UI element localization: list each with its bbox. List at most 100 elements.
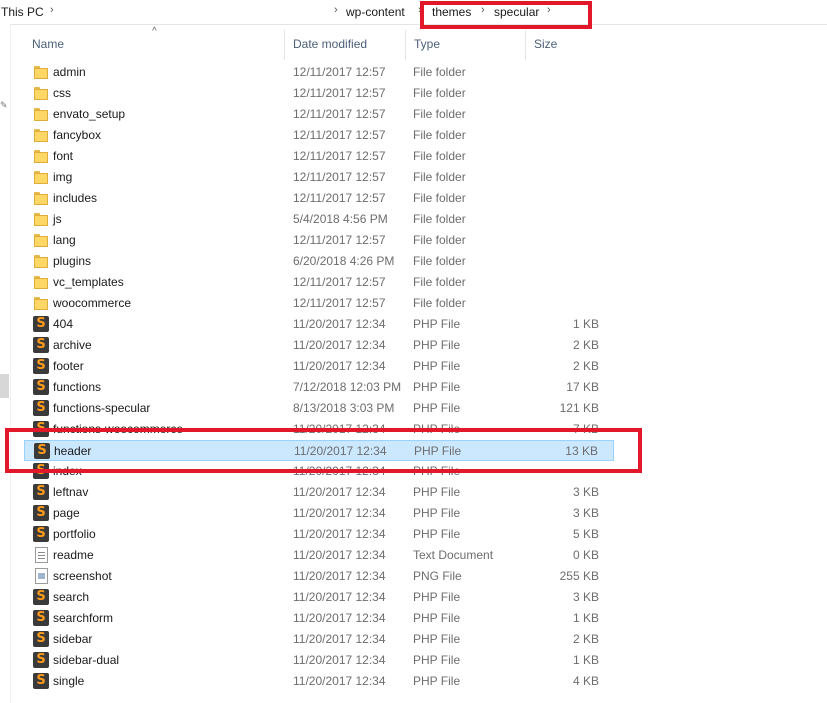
file-row[interactable]: plugins 6/20/2018 4:26 PM File folder (24, 251, 614, 272)
file-row[interactable]: screenshot 11/20/2017 12:34 PNG File 255 KB (24, 566, 614, 587)
file-date-modified: 11/20/2017 12:34 (293, 590, 386, 604)
file-row[interactable]: js 5/4/2018 4:56 PM File folder (24, 209, 614, 230)
file-type: File folder (413, 191, 466, 205)
file-size: 17 KB (566, 380, 599, 394)
column-header-date-modified[interactable]: Date modified (284, 30, 405, 60)
file-type: PHP File (413, 317, 461, 331)
file-name: woocommerce (53, 296, 132, 310)
file-date-modified: 11/20/2017 12:34 (293, 485, 386, 499)
php-file-icon: S (33, 358, 49, 374)
file-size: 3 KB (572, 485, 599, 499)
file-size: 0 KB (572, 548, 599, 562)
file-type: PHP File (413, 632, 461, 646)
file-name: envato_setup (53, 107, 126, 121)
file-date-modified: 11/20/2017 12:34 (293, 338, 386, 352)
breadcrumb-this-pc[interactable]: This PC (1, 5, 44, 19)
file-name: font (53, 149, 74, 163)
file-row[interactable]: Spage 11/20/2017 12:34 PHP File 3 KB (24, 503, 614, 524)
file-row[interactable]: vc_templates 12/11/2017 12:57 File folder (24, 272, 614, 293)
php-file-icon: S (33, 316, 49, 332)
file-name: admin (53, 65, 86, 79)
file-name: sidebar (53, 632, 93, 646)
folder-icon (33, 169, 49, 185)
folder-icon (33, 127, 49, 143)
php-file-icon: S (33, 673, 49, 689)
file-date-modified: 11/20/2017 12:34 (293, 653, 386, 667)
file-row[interactable]: envato_setup 12/11/2017 12:57 File folder (24, 104, 614, 125)
file-name: readme (53, 548, 94, 562)
file-size: 1 KB (572, 317, 599, 331)
file-name: screenshot (53, 569, 112, 583)
file-size: 1 KB (572, 653, 599, 667)
file-row[interactable]: woocommerce 12/11/2017 12:57 File folder (24, 293, 614, 314)
file-row[interactable]: Ssidebar 11/20/2017 12:34 PHP File 2 KB (24, 629, 614, 650)
file-row[interactable]: Ssearch 11/20/2017 12:34 PHP File 3 KB (24, 587, 614, 608)
file-name: search (53, 590, 90, 604)
file-row[interactable]: admin 12/11/2017 12:57 File folder (24, 62, 614, 83)
file-type: PHP File (413, 674, 461, 688)
file-type: PHP File (413, 611, 461, 625)
file-row[interactable]: css 12/11/2017 12:57 File folder (24, 83, 614, 104)
file-name: includes (53, 191, 98, 205)
file-size: 121 KB (559, 401, 599, 415)
file-row[interactable]: Ssearchform 11/20/2017 12:34 PHP File 1 KB (24, 608, 614, 629)
chevron-right-icon[interactable]: › (334, 4, 338, 16)
breadcrumb-wp-content[interactable]: wp-content (346, 5, 405, 19)
file-row[interactable]: Sfunctions-specular 8/13/2018 3:03 PM PHP … (24, 398, 614, 419)
file-name: plugins (53, 254, 92, 268)
column-headers: ^ Name Date modified Type Size (24, 26, 614, 60)
file-size: 255 KB (559, 569, 599, 583)
png-file-icon (35, 568, 48, 584)
folder-icon (33, 211, 49, 227)
file-date-modified: 11/20/2017 12:34 (293, 674, 386, 688)
column-header-name[interactable]: Name (24, 30, 284, 60)
file-row[interactable]: readme 11/20/2017 12:34 Text Document 0 KB (24, 545, 614, 566)
folder-icon (33, 253, 49, 269)
navigation-pane[interactable]: ✎ (0, 24, 11, 703)
file-size: 2 KB (572, 338, 599, 352)
file-row[interactable]: Ssidebar-dual 11/20/2017 12:34 PHP File 1 K… (24, 650, 614, 671)
nav-scrollbar-thumb[interactable] (0, 374, 9, 398)
file-row[interactable]: lang 12/11/2017 12:57 File folder (24, 230, 614, 251)
file-type: PHP File (413, 401, 461, 415)
file-type: File folder (413, 212, 466, 226)
file-size: 5 KB (572, 527, 599, 541)
annotation-highlight-breadcrumb (420, 1, 592, 29)
file-row[interactable]: S 404 11/20/2017 12:34 PHP File 1 KB (24, 314, 614, 335)
file-date-modified: 5/4/2018 4:56 PM (293, 212, 388, 226)
pin-icon[interactable]: ✎ (0, 100, 8, 111)
file-name: portfolio (53, 527, 96, 541)
file-date-modified: 11/20/2017 12:34 (293, 632, 386, 646)
file-row[interactable]: Sportfolio 11/20/2017 12:34 PHP File 5 KB (24, 524, 614, 545)
file-row[interactable]: Ssingle 11/20/2017 12:34 PHP File 4 KB (24, 671, 614, 692)
annotation-highlight-header-row (5, 428, 642, 473)
column-header-size[interactable]: Size (525, 30, 606, 60)
file-row[interactable]: Sfooter 11/20/2017 12:34 PHP File 2 KB (24, 356, 614, 377)
file-name: functions-specular (53, 401, 151, 415)
file-row[interactable]: includes 12/11/2017 12:57 File folder (24, 188, 614, 209)
file-type: PHP File (413, 380, 461, 394)
file-row[interactable]: font 12/11/2017 12:57 File folder (24, 146, 614, 167)
chevron-right-icon[interactable]: › (50, 4, 54, 16)
file-row[interactable]: Sleftnav 11/20/2017 12:34 PHP File 3 KB (24, 482, 614, 503)
file-name: searchform (53, 611, 114, 625)
file-row[interactable]: fancybox 12/11/2017 12:57 File folder (24, 125, 614, 146)
file-row[interactable]: Sarchive 11/20/2017 12:34 PHP File 2 KB (24, 335, 614, 356)
address-bar[interactable]: This PC › › wp-content › themes › specul… (0, 0, 827, 25)
column-header-type[interactable]: Type (405, 30, 525, 60)
file-size: 1 KB (572, 611, 599, 625)
file-type: PHP File (413, 485, 461, 499)
file-name: css (53, 86, 71, 100)
file-name: leftnav (53, 485, 89, 499)
file-row[interactable]: Sfunctions 7/12/2018 12:03 PM PHP File 17 K… (24, 377, 614, 398)
file-date-modified: 12/11/2017 12:57 (293, 149, 386, 163)
file-date-modified: 7/12/2018 12:03 PM (293, 380, 402, 394)
file-type: File folder (413, 170, 466, 184)
folder-icon (33, 295, 49, 311)
file-date-modified: 11/20/2017 12:34 (293, 569, 386, 583)
folder-icon (33, 85, 49, 101)
folder-icon (33, 190, 49, 206)
file-name: js (53, 212, 62, 226)
file-row[interactable]: img 12/11/2017 12:57 File folder (24, 167, 614, 188)
file-type: File folder (413, 86, 466, 100)
